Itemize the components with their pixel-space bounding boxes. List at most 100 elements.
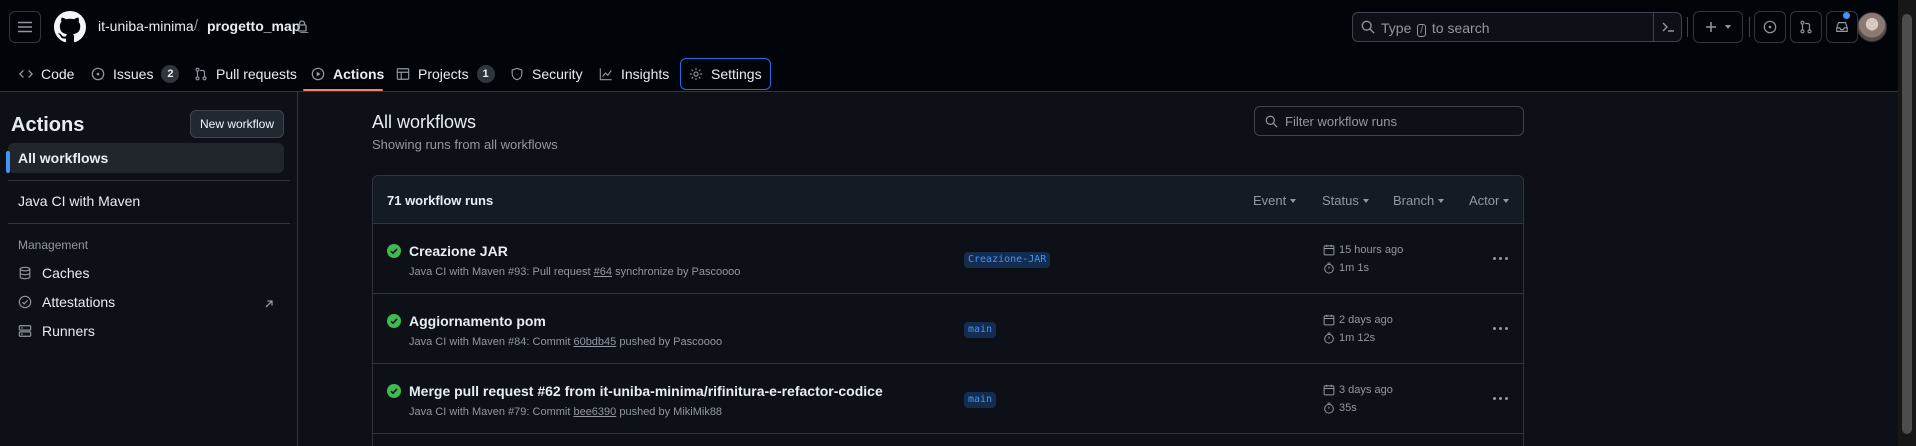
code-icon — [19, 67, 33, 81]
run-meta: Java CI with Maven #84: Commit 60bdb45 p… — [409, 336, 722, 348]
commit-link[interactable]: bee6390 — [573, 406, 616, 418]
tab-insights[interactable]: Insights — [591, 58, 677, 90]
notification-indicator — [1843, 12, 1850, 19]
scrollbar-thumb[interactable] — [1902, 14, 1912, 434]
kebab-horizontal-icon[interactable] — [1490, 390, 1510, 406]
run-date: 3 days ago — [1323, 384, 1393, 396]
kebab-horizontal-icon[interactable] — [1490, 320, 1510, 336]
tab-issues[interactable]: Issues 2 — [83, 58, 187, 90]
shield-icon — [510, 67, 524, 81]
active-tab-underline — [303, 89, 383, 91]
sidebar-item-label: Runners — [42, 323, 95, 339]
run-date-text: 15 hours ago — [1339, 244, 1404, 256]
run-title-link[interactable]: Merge pull request #62 from it-uniba-min… — [409, 383, 883, 399]
run-title-link[interactable]: Creazione JAR — [409, 243, 508, 259]
sidebar-item-workflow[interactable]: Java CI with Maven — [8, 186, 284, 216]
new-workflow-button[interactable]: New workflow — [190, 110, 284, 138]
sidebar-item-label: Attestations — [42, 294, 116, 310]
sidebar-item-caches[interactable]: Caches — [8, 258, 284, 288]
tab-insights-label: Insights — [621, 66, 670, 82]
stopwatch-icon — [1323, 262, 1335, 274]
git-pull-request-icon — [1799, 20, 1813, 34]
run-date: 2 days ago — [1323, 314, 1393, 326]
tab-security[interactable]: Security — [502, 58, 591, 90]
run-meta: Java CI with Maven #93: Pull request #64… — [409, 266, 740, 278]
pull-request-link[interactable]: #64 — [594, 266, 612, 278]
repo-owner-link[interactable]: it-uniba-minima — [98, 18, 194, 34]
inbox-icon — [1835, 20, 1849, 34]
sidebar-divider — [8, 223, 290, 224]
run-duration-text: 1m 1s — [1339, 262, 1369, 274]
plus-icon — [1705, 21, 1717, 33]
run-duration-text: 35s — [1339, 402, 1357, 414]
chevron-down-icon — [1503, 198, 1510, 203]
repo-tab-nav: Code Issues 2 Pull requests Actions Proj… — [0, 54, 1898, 92]
search-icon — [1361, 20, 1375, 34]
page-subtitle: Showing runs from all workflows — [372, 137, 558, 152]
runs-list-header: 71 workflow runs Event Status Branch Act… — [373, 176, 1523, 224]
event-filter-label: Event — [1253, 193, 1287, 208]
verified-icon — [18, 295, 32, 309]
command-palette-icon[interactable] — [1653, 13, 1681, 41]
run-duration: 1m 1s — [1323, 262, 1369, 274]
branch-label[interactable]: main — [964, 392, 997, 408]
sidebar-item-label: All workflows — [18, 150, 109, 166]
chevron-down-icon — [1438, 198, 1445, 203]
run-duration: 1m 12s — [1323, 332, 1375, 344]
sidebar-item-attestations[interactable]: Attestations — [8, 287, 284, 317]
check-circle-icon — [387, 314, 401, 331]
run-meta: Java CI with Maven #79: Commit bee6390 p… — [409, 406, 722, 418]
branch-label[interactable]: main — [964, 322, 997, 338]
table-row[interactable]: Creazione JAR Java CI with Maven #93: Pu… — [373, 224, 1523, 294]
actor-filter-dropdown[interactable]: Actor — [1469, 193, 1510, 208]
run-title-link[interactable]: Aggiornamento pom — [409, 313, 546, 329]
sidebar-item-runners[interactable]: Runners — [8, 316, 284, 346]
tab-projects-label: Projects — [418, 66, 469, 82]
github-logo-icon[interactable] — [54, 11, 86, 43]
tab-code-label: Code — [41, 66, 75, 82]
tab-settings[interactable]: Settings — [680, 58, 771, 90]
arrow-up-right-icon — [264, 296, 274, 312]
table-row[interactable]: Merge pull request #62 from it-uniba-min… — [373, 364, 1523, 434]
create-new-button[interactable] — [1693, 11, 1743, 43]
table-row[interactable]: Aggiornamento pom Java CI with Maven #84… — [373, 294, 1523, 364]
kebab-horizontal-icon[interactable] — [1490, 250, 1510, 266]
tab-issues-label: Issues — [113, 66, 154, 82]
inbox-button[interactable] — [1826, 11, 1858, 43]
branch-filter-dropdown[interactable]: Branch — [1393, 193, 1445, 208]
tab-code[interactable]: Code — [11, 58, 82, 90]
branch-label[interactable]: Creazione-JAR — [964, 252, 1051, 268]
issues-counter: 2 — [161, 65, 180, 83]
pull-requests-button[interactable] — [1790, 11, 1822, 43]
gear-icon — [689, 67, 703, 81]
database-icon — [18, 266, 32, 280]
workflow-runs-list: 71 workflow runs Event Status Branch Act… — [372, 175, 1524, 446]
branch-filter-label: Branch — [1393, 193, 1435, 208]
status-filter-dropdown[interactable]: Status — [1322, 193, 1369, 208]
tab-pull-requests[interactable]: Pull requests — [186, 58, 305, 90]
calendar-icon — [1323, 384, 1335, 396]
management-heading: Management — [18, 238, 89, 252]
filter-workflow-runs-input[interactable]: Filter workflow runs — [1254, 106, 1524, 136]
hamburger-menu-button[interactable] — [9, 11, 41, 43]
repo-name-link[interactable]: progetto_map_ — [207, 18, 308, 34]
check-circle-icon — [387, 384, 401, 401]
global-header: it-uniba-minima / progetto_map_ Type / t… — [0, 0, 1898, 92]
user-avatar[interactable] — [1857, 12, 1887, 42]
search-shortcut-key: / — [1417, 24, 1427, 37]
run-meta-prefix: Java CI with Maven #79: Commit — [409, 406, 574, 418]
sidebar-item-label: Java CI with Maven — [18, 193, 141, 209]
git-pull-request-icon — [194, 67, 208, 81]
issues-button[interactable] — [1754, 11, 1786, 43]
event-filter-dropdown[interactable]: Event — [1253, 193, 1297, 208]
tab-projects[interactable]: Projects 1 — [388, 58, 503, 90]
sidebar-item-all-workflows[interactable]: All workflows — [8, 143, 284, 173]
play-icon — [311, 67, 325, 81]
page-title: All workflows — [372, 112, 477, 132]
tab-actions[interactable]: Actions — [303, 58, 392, 90]
search-placeholder-after: to search — [1431, 20, 1490, 36]
commit-link[interactable]: 60bdb45 — [573, 336, 616, 348]
header-divider — [1687, 17, 1688, 37]
global-search-input[interactable]: Type / to search — [1352, 12, 1682, 42]
chevron-down-icon — [1362, 198, 1369, 203]
